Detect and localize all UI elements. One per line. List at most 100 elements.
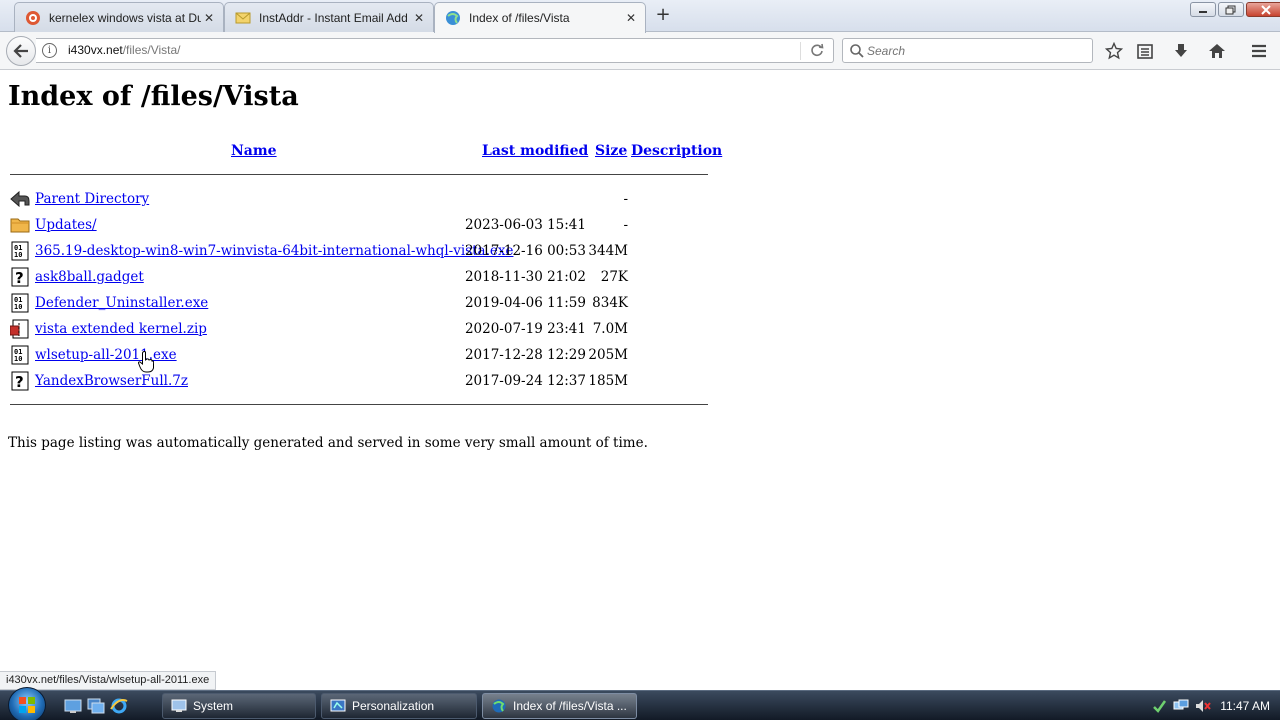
table-row: ? YandexBrowserFull.7z 2017-09-24 12:37 … [10,371,710,393]
file-size: - [623,217,628,233]
header-divider [10,174,708,175]
tab-kernelex-search[interactable]: kernelex windows vista at Du ✕ [14,2,224,32]
file-link[interactable]: YandexBrowserFull.7z [35,373,188,389]
last-modified: 2023-06-03 15:41 [464,217,586,233]
taskbar-item-label: Personalization [352,699,435,713]
system-tray: 11:47 AM [1148,691,1280,720]
column-header-last-modified[interactable]: Last modified [482,143,588,159]
table-row: vista extended kernel.zip 2020-07-19 23:… [9,319,710,341]
globe-icon [445,10,461,26]
column-header-name[interactable]: Name [231,143,277,159]
file-size: - [623,191,628,207]
clock[interactable]: 11:47 AM [1220,699,1270,713]
file-link[interactable]: Defender_Uninstaller.exe [35,295,208,311]
file-link[interactable]: ask8ball.gadget [35,269,144,285]
close-icon[interactable]: ✕ [201,10,217,26]
last-modified: 2017-09-24 12:37 [464,373,586,389]
last-modified: 2018-11-30 21:02 [464,269,586,285]
minimize-button[interactable] [1190,2,1216,17]
url-bar[interactable]: i i430vx.net/files/Vista/ [36,38,834,63]
window-controls [1190,2,1280,18]
info-icon[interactable]: i [42,43,57,58]
navigation-toolbar: i i430vx.net/files/Vista/ [0,32,1280,70]
file-size: 205M [588,347,628,363]
file-size: 27K [600,269,628,285]
binary-file-icon: 01 10 [10,293,30,313]
file-link[interactable]: 365.19-desktop-win8-win7-winvista-64bit-… [35,243,513,259]
personalization-icon [330,698,346,714]
file-size: 185M [588,373,628,389]
binary-file-icon: 01 10 [10,241,30,261]
back-button[interactable] [6,36,36,66]
bookmarks-menu-icon[interactable] [1135,41,1155,61]
file-size: 834K [592,295,628,311]
browser-icon [491,698,507,714]
column-header-size[interactable]: Size [595,143,627,159]
close-icon[interactable]: ✕ [411,10,427,26]
hand-cursor-icon [138,351,154,373]
taskbar-item-label: Index of /files/Vista ... [513,699,627,713]
tab-index-vista[interactable]: Index of /files/Vista ✕ [434,2,646,33]
table-row: ? ask8ball.gadget 2018-11-30 21:02 27K [10,267,710,289]
unknown-file-icon: ? [10,267,30,287]
hamburger-menu-icon[interactable] [1249,41,1269,61]
taskbar-item-personalization[interactable]: Personalization [321,693,477,719]
back-arrow-icon [10,189,30,209]
svg-text:10: 10 [14,303,22,311]
internet-explorer-icon[interactable] [110,697,128,715]
url-separator [800,42,801,60]
last-modified: 2017-12-28 12:29 [464,347,586,363]
compressed-file-icon [9,319,30,339]
binary-file-icon: 01 10 [10,345,30,365]
url-host: i430vx.net [68,43,123,57]
footer-divider [10,404,708,405]
url-text[interactable]: i430vx.net/files/Vista/ [68,43,181,57]
tab-instaddr[interactable]: InstAddr - Instant Email Add ✕ [224,2,434,32]
close-window-button[interactable] [1246,2,1280,17]
file-size: 344M [588,243,628,259]
table-row: Updates/ 2023-06-03 15:41 - [10,215,710,237]
mail-icon [235,10,251,26]
system-icon [171,698,187,714]
unknown-file-icon: ? [10,371,30,391]
show-desktop-icon[interactable] [64,697,82,715]
taskbar-item-system[interactable]: System [162,693,316,719]
page-content: Index of /files/Vista Name Last modified… [0,71,1280,690]
bookmark-star-icon[interactable] [1104,41,1124,61]
search-bar[interactable] [842,38,1093,63]
volume-muted-icon[interactable] [1195,698,1211,714]
tab-title: InstAddr - Instant Email Add [259,10,408,25]
network-icon[interactable] [1173,698,1189,714]
svg-text:10: 10 [14,251,22,259]
close-icon[interactable]: ✕ [623,10,639,26]
folder-icon [10,215,30,235]
reload-icon[interactable] [809,42,825,58]
home-icon[interactable] [1207,41,1227,61]
file-size: 7.0M [592,321,628,337]
column-header-description[interactable]: Description [631,143,722,159]
search-input[interactable] [867,42,1087,59]
table-row: 01 10 wlsetup-all-2011.exe 2017-12-28 12:… [10,345,710,367]
restore-button[interactable] [1218,2,1244,17]
svg-text:?: ? [15,269,24,287]
file-link-parent-directory[interactable]: Parent Directory [35,191,149,207]
tab-title: kernelex windows vista at Du [49,10,201,25]
svg-text:?: ? [15,373,24,391]
file-link-updates[interactable]: Updates/ [35,217,97,233]
new-tab-button[interactable]: + [652,6,674,26]
file-link[interactable]: vista extended kernel.zip [35,321,207,337]
security-center-icon[interactable] [1151,698,1167,714]
start-button[interactable] [8,687,46,720]
listing-footer: This page listing was automatically gene… [8,435,648,451]
taskbar-item-browser[interactable]: Index of /files/Vista ... [482,693,637,719]
last-modified: 2017-12-16 00:53 [464,243,586,259]
switch-windows-icon[interactable] [87,697,105,715]
duckduckgo-icon [25,10,41,26]
svg-text:10: 10 [14,355,22,363]
file-link[interactable]: wlsetup-all-2011.exe [35,347,177,363]
page-title: Index of /files/Vista [8,81,299,112]
downloads-icon[interactable] [1171,41,1191,61]
taskbar-item-label: System [193,699,234,713]
url-path: /files/Vista/ [122,43,181,57]
tab-title: Index of /files/Vista [469,11,570,25]
